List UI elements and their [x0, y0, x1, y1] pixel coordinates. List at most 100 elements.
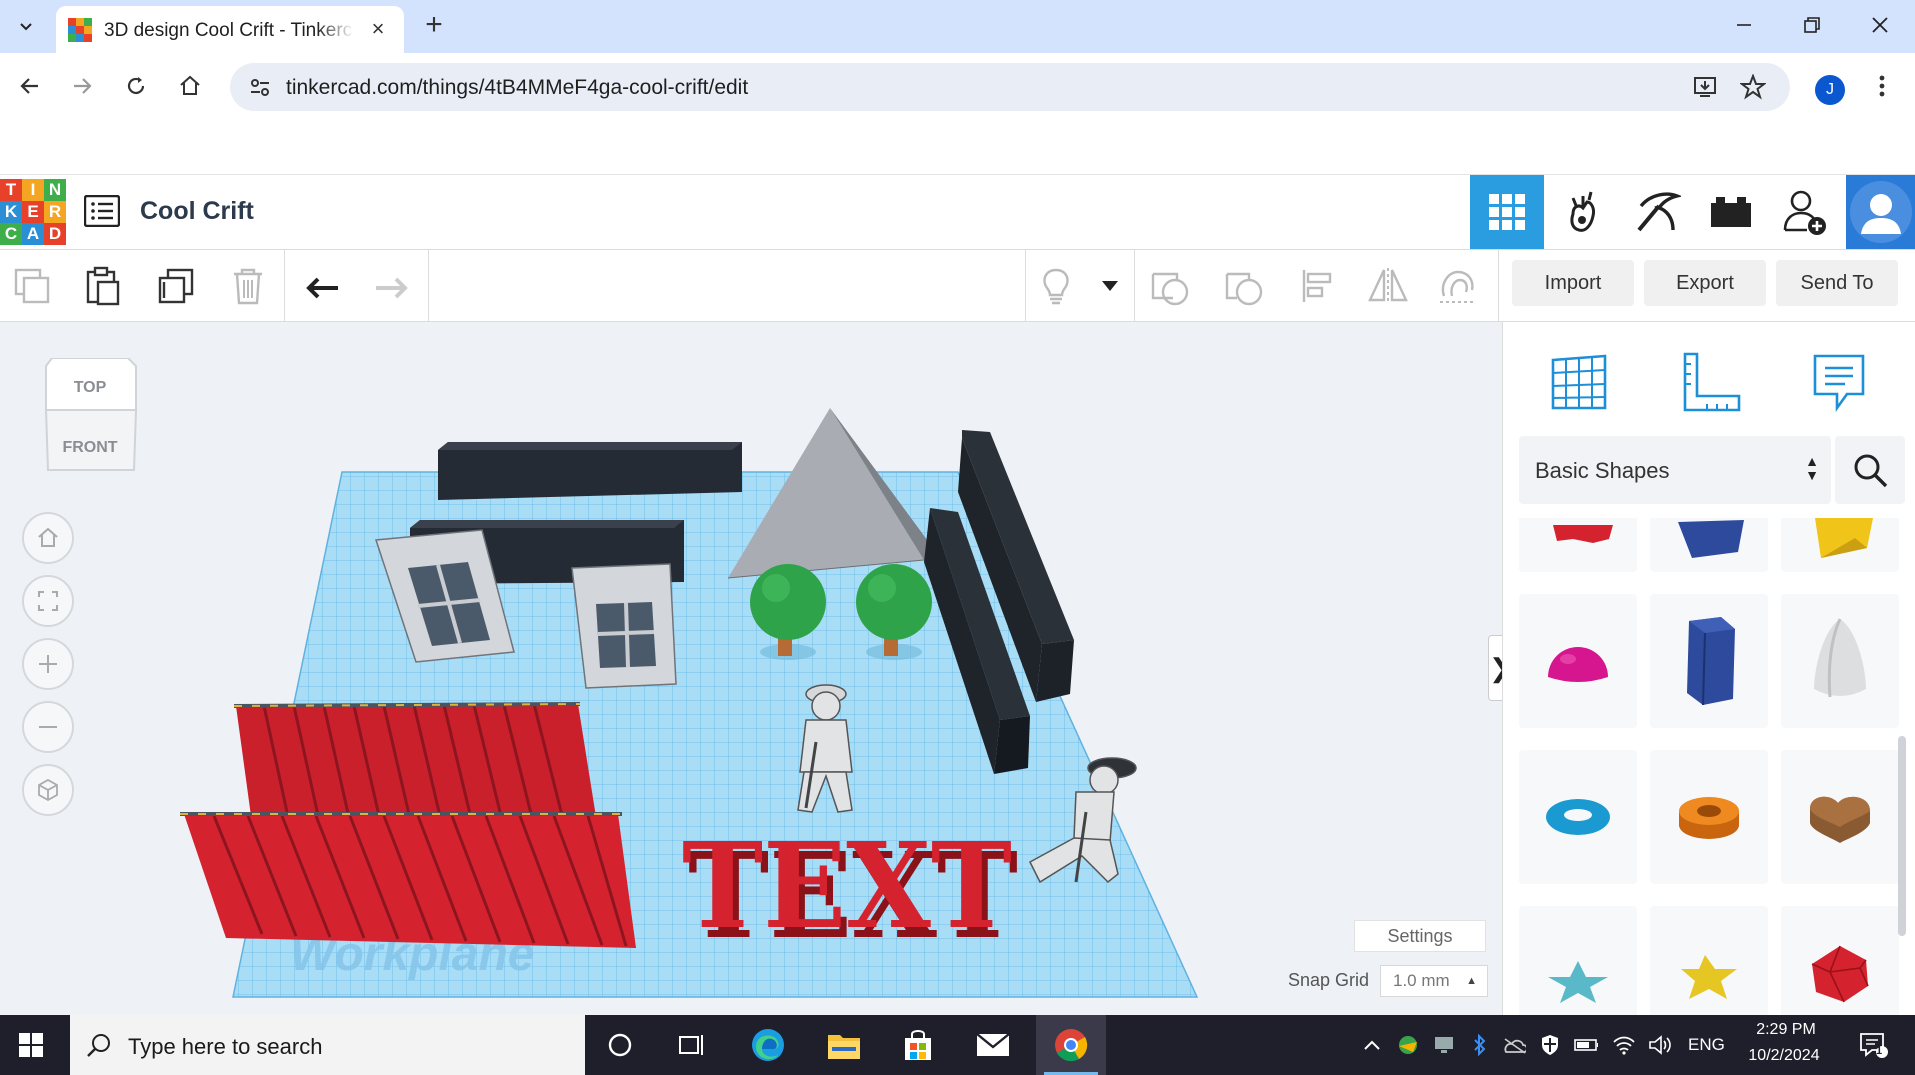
tab-search-button[interactable] — [8, 8, 44, 44]
onedrive-icon[interactable] — [1502, 1033, 1526, 1057]
start-button[interactable] — [0, 1015, 62, 1075]
notification-icon — [1860, 1033, 1888, 1058]
shape-tile-star-flat[interactable] — [1519, 906, 1637, 1015]
bricks-mode-button[interactable] — [1694, 175, 1768, 249]
taskbar-search-box[interactable]: Type here to search — [70, 1015, 585, 1075]
group-icon — [1151, 272, 1189, 306]
cruise-button[interactable] — [1436, 264, 1480, 308]
fence-front[interactable] — [180, 812, 636, 948]
cortana-button[interactable] — [589, 1015, 651, 1075]
invite-user-button[interactable] — [1768, 175, 1842, 249]
3d-design-view-button[interactable] — [1470, 175, 1544, 249]
forward-arrow-icon — [74, 78, 92, 94]
shape-tile-pyramid[interactable] — [1781, 518, 1899, 572]
forward-button[interactable] — [62, 66, 102, 106]
delete-button[interactable] — [226, 264, 270, 308]
user-avatar[interactable] — [1846, 175, 1915, 249]
shape-tile-paraboloid[interactable] — [1781, 594, 1899, 728]
workplane-tool-button[interactable] — [1539, 342, 1619, 422]
back-arrow-icon — [20, 78, 38, 94]
search-icon — [87, 1034, 110, 1057]
ungroup-button[interactable] — [1222, 264, 1266, 308]
security-shield-icon[interactable] — [1538, 1033, 1562, 1057]
new-tab-button[interactable]: + — [418, 10, 450, 42]
copy-button[interactable] — [10, 264, 54, 308]
restore-button[interactable] — [1778, 0, 1846, 50]
bluetooth-icon[interactable] — [1468, 1033, 1492, 1057]
store-button[interactable] — [887, 1015, 949, 1075]
build-mode-button[interactable] — [1620, 175, 1694, 249]
mirror-icon — [1368, 268, 1408, 304]
tray-app-icon[interactable] — [1396, 1033, 1420, 1057]
scene-canvas[interactable]: Workplane TEXT TEXT — [0, 322, 1502, 1015]
file-explorer-button[interactable] — [813, 1015, 875, 1075]
ruler-tool-button[interactable] — [1669, 342, 1749, 422]
send-to-button[interactable]: Send To — [1776, 260, 1898, 306]
notes-button[interactable] — [1034, 264, 1078, 308]
input-language[interactable]: ENG — [1688, 1035, 1725, 1055]
pickaxe-icon — [1637, 192, 1681, 232]
chevron-down-icon — [20, 23, 32, 31]
clock-date[interactable]: 10/2/2024 — [1740, 1047, 1828, 1065]
align-button[interactable] — [1296, 264, 1340, 308]
shape-tile-tube[interactable] — [1650, 750, 1768, 884]
site-info-icon[interactable] — [248, 75, 272, 99]
window-right[interactable] — [571, 563, 677, 689]
group-button[interactable] — [1148, 264, 1192, 308]
3d-viewport[interactable]: TOP FRONT Workplane TEXT TEXT Settings S… — [0, 322, 1502, 1015]
paste-button[interactable] — [80, 264, 124, 308]
install-app-icon[interactable] — [1692, 74, 1718, 100]
duplicate-button[interactable] — [154, 264, 198, 308]
close-window-button[interactable] — [1846, 0, 1914, 50]
panel-scrollbar[interactable] — [1898, 736, 1906, 936]
shape-tile-text[interactable] — [1519, 518, 1637, 572]
battery-icon[interactable] — [1574, 1033, 1598, 1057]
shape-category-select[interactable]: Basic Shapes ▲ ▼ — [1519, 436, 1831, 504]
shape-tile-half-sphere[interactable] — [1519, 594, 1637, 728]
shape-tile-star[interactable] — [1650, 906, 1768, 1015]
settings-button[interactable]: Settings — [1354, 920, 1486, 952]
design-list-icon[interactable] — [84, 195, 120, 227]
redo-button[interactable] — [370, 264, 414, 308]
design-title[interactable]: Cool Crift — [140, 197, 254, 226]
clock-time[interactable]: 2:29 PM — [1748, 1021, 1824, 1039]
notes-tool-button[interactable] — [1799, 342, 1879, 422]
address-bar[interactable]: tinkercad.com/things/4tB4MMeF4ga-cool-cr… — [230, 63, 1790, 111]
back-button[interactable] — [10, 66, 50, 106]
browser-menu-button[interactable] — [1862, 66, 1902, 106]
close-tab-icon[interactable]: × — [366, 18, 390, 42]
shape-tile-torus[interactable] — [1519, 750, 1637, 884]
shape-search-button[interactable] — [1835, 436, 1905, 504]
minimize-button[interactable] — [1710, 0, 1778, 50]
restore-icon — [1804, 17, 1820, 33]
notes-dropdown[interactable] — [1088, 264, 1132, 308]
home-button[interactable] — [170, 66, 210, 106]
mirror-button[interactable] — [1366, 264, 1410, 308]
mail-button[interactable] — [962, 1015, 1024, 1075]
show-hidden-icons-button[interactable] — [1360, 1033, 1384, 1057]
shape-tile-icosahedron[interactable] — [1781, 906, 1899, 1015]
wall-back[interactable] — [438, 442, 742, 500]
shape-tile-box[interactable] — [1650, 518, 1768, 572]
url-text[interactable]: tinkercad.com/things/4tB4MMeF4ga-cool-cr… — [286, 76, 748, 100]
wifi-icon[interactable] — [1612, 1033, 1636, 1057]
shape-tile-heart[interactable] — [1781, 750, 1899, 884]
tray-display-icon[interactable] — [1432, 1033, 1456, 1057]
snap-grid-select[interactable]: 1.0 mm ▲ — [1380, 965, 1488, 997]
volume-icon[interactable] — [1648, 1033, 1672, 1057]
sim-lab-button[interactable] — [1546, 175, 1620, 249]
task-view-button[interactable] — [661, 1015, 723, 1075]
bookmark-star-icon[interactable] — [1740, 74, 1766, 100]
edge-browser-button[interactable] — [737, 1015, 799, 1075]
browser-profile-avatar[interactable]: J — [1815, 75, 1845, 105]
reload-button[interactable] — [116, 66, 156, 106]
shape-tile-polygon[interactable] — [1650, 594, 1768, 728]
import-button[interactable]: Import — [1512, 260, 1634, 306]
chrome-button[interactable] — [1036, 1015, 1106, 1075]
3d-text-object[interactable]: TEXT TEXT — [682, 816, 1018, 965]
browser-tab-active[interactable]: 3D design Cool Crift - Tinkercad × — [56, 6, 404, 53]
notification-center-button[interactable]: 1 — [1856, 1033, 1890, 1058]
tinkercad-logo[interactable]: T I N K E R C A D — [0, 179, 66, 245]
export-button[interactable]: Export — [1644, 260, 1766, 306]
undo-button[interactable] — [300, 264, 344, 308]
